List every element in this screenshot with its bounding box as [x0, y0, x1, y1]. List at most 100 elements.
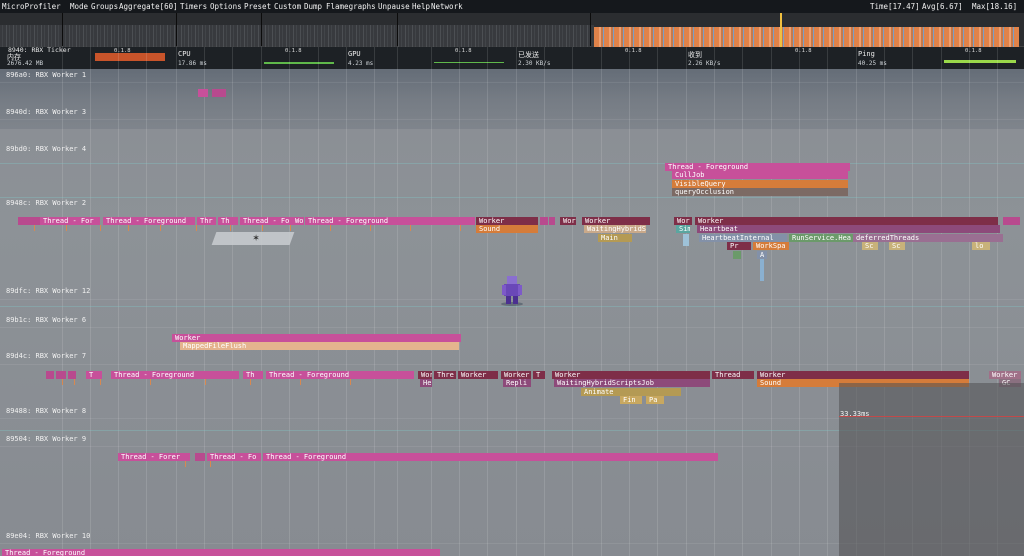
menu-groups[interactable]: Groups — [91, 2, 118, 11]
timer-bar[interactable]: Th — [218, 217, 238, 225]
timer-bar[interactable]: Thread — [712, 371, 754, 379]
timer-bar[interactable]: Pr — [727, 242, 751, 250]
thread-label-worker4[interactable]: 89bd0: RBX Worker 4 — [6, 145, 86, 153]
menu-custom[interactable]: Custom — [274, 2, 301, 11]
timer-bar[interactable]: T — [533, 371, 545, 379]
menu-network[interactable]: Network — [431, 2, 463, 11]
timer-bar[interactable]: Sim — [676, 225, 690, 233]
timer-bar[interactable]: Worker — [757, 371, 969, 379]
timer-bar[interactable]: Thread - Foreground — [103, 217, 195, 225]
timer-bar[interactable]: RunService.Hea — [789, 234, 853, 242]
timer-bar[interactable]: Worker — [552, 371, 710, 379]
timer-bar[interactable]: Thread - Foreground — [263, 453, 718, 461]
timer-bar[interactable]: Wor — [418, 371, 432, 379]
thread-label-worker3[interactable]: 8940d: RBX Worker 3 — [6, 108, 86, 116]
menu-timers[interactable]: Timers — [180, 2, 207, 11]
gpu-value: 4.23 ms — [348, 60, 374, 67]
timer-bar[interactable]: WaitingHybridScriptsJob — [554, 379, 710, 387]
timer-bar[interactable]: HeartbeatInternal — [699, 234, 787, 242]
timer-bar[interactable]: Wor — [674, 217, 692, 225]
timer-bar[interactable]: T — [86, 371, 102, 379]
timer-bar[interactable]: Worker — [582, 217, 650, 225]
timer-bar[interactable]: Repli — [503, 379, 531, 387]
thread-label-worker8[interactable]: 89488: RBX Worker 8 — [6, 407, 86, 415]
timer-bar[interactable]: Thread - Fo — [240, 217, 292, 225]
timer-bar[interactable]: Worker — [695, 217, 998, 225]
time-readout: Time[17.47] — [870, 2, 920, 11]
tick-label: 0.1.8 — [795, 48, 812, 54]
timer-bar[interactable]: Heartbeat — [697, 225, 1000, 233]
timer-block[interactable] — [212, 89, 226, 97]
timer-bar[interactable]: lo — [972, 242, 990, 250]
timer-bar[interactable]: Thread - For — [40, 217, 100, 225]
timer-bar[interactable]: MappedFileFlush — [180, 342, 459, 350]
thread-label-worker2[interactable]: 8948c: RBX Worker 2 — [6, 199, 86, 207]
timer-bar[interactable]: Thread - Forer — [118, 453, 190, 461]
timer-bar[interactable]: Animate — [581, 388, 681, 396]
timer-bar[interactable] — [195, 453, 205, 461]
timer-bar[interactable]: VisibleQuery — [672, 180, 848, 188]
timer-bar[interactable]: Worker — [172, 334, 461, 342]
timer-bar[interactable]: Wor — [560, 217, 576, 225]
timer-bar[interactable]: Worker — [458, 371, 498, 379]
thread-label-worker12[interactable]: 89dfc: RBX Worker 12 — [6, 287, 90, 295]
timer-bar[interactable]: Sc — [862, 242, 878, 250]
timer-bar[interactable]: Fin — [620, 396, 642, 404]
menu-preset[interactable]: Preset — [244, 2, 271, 11]
thread-label-worker6[interactable]: 89b1c: RBX Worker 6 — [6, 316, 86, 324]
spawn-marker-icon: ✶ — [252, 231, 260, 244]
timer-bar[interactable]: Th — [243, 371, 263, 379]
thread-label-worker1[interactable]: 896a0: RBX Worker 1 — [6, 71, 86, 79]
timer-bar[interactable]: queryOcclusion — [672, 188, 848, 196]
timer-bar[interactable] — [68, 371, 76, 379]
menu-unpause[interactable]: Unpause — [378, 2, 410, 11]
timer-bar[interactable] — [549, 217, 555, 225]
thread-label-worker9[interactable]: 89504: RBX Worker 9 — [6, 435, 86, 443]
timer-bar[interactable] — [46, 371, 54, 379]
timer-bar[interactable]: Thread - Foreground — [665, 163, 850, 171]
timer-bar[interactable] — [1003, 217, 1020, 225]
thread-label-worker7[interactable]: 89d4c: RBX Worker 7 — [6, 352, 86, 360]
timer-bar[interactable]: Worker — [989, 371, 1021, 379]
timer-bar[interactable]: Thr — [197, 217, 216, 225]
timer-bar[interactable] — [733, 251, 741, 259]
menu-options[interactable]: Options — [210, 2, 242, 11]
frame-graph[interactable] — [0, 13, 1024, 47]
timer-bar[interactable]: Main — [598, 234, 632, 242]
menu-help[interactable]: Help — [412, 2, 430, 11]
timer-bar[interactable] — [760, 259, 764, 281]
timer-bar[interactable]: WorkSpa — [753, 242, 789, 250]
timer-bar[interactable]: Sc — [889, 242, 905, 250]
timer-bar[interactable]: deferredThreads — [853, 234, 1003, 242]
menu-aggregate[interactable]: Aggregate[60] — [119, 2, 178, 11]
timer-bar[interactable]: Thread - Foreground — [305, 217, 475, 225]
timer-bar[interactable]: Thread - Foreground — [111, 371, 239, 379]
menu-flamegraphs[interactable]: Flamegraphs — [326, 2, 376, 11]
timer-bar[interactable]: Thre — [434, 371, 456, 379]
timer-bar[interactable] — [56, 371, 66, 379]
timer-bar[interactable]: Thread - Foreground — [266, 371, 414, 379]
timer-bar[interactable] — [540, 217, 548, 225]
timer-bar[interactable] — [18, 217, 40, 225]
timer-bar[interactable]: A — [757, 251, 767, 259]
menu-dump[interactable]: Dump — [304, 2, 322, 11]
timer-bar[interactable]: Wo — [292, 217, 304, 225]
timer-bar[interactable]: WaitingHybridS — [584, 225, 646, 233]
timer-bar[interactable] — [683, 234, 689, 246]
timer-bar[interactable]: He — [420, 379, 432, 387]
tick-label: 0.1.8 — [285, 48, 302, 54]
thread-label-worker10[interactable]: 89e04: RBX Worker 10 — [6, 532, 90, 540]
cpu-bar — [264, 62, 334, 64]
memory-value: 2676.42 MB — [7, 60, 44, 67]
timer-bar[interactable]: Thread - Foreground — [2, 549, 440, 556]
timer-bar[interactable]: Sound — [476, 225, 538, 233]
menu-mode[interactable]: Mode — [70, 2, 88, 11]
app-title: MicroProfiler — [2, 2, 61, 11]
ping-bar — [944, 60, 1016, 63]
timer-bar[interactable]: Worker — [476, 217, 538, 225]
timer-block[interactable] — [198, 89, 208, 97]
timer-bar[interactable]: Worker — [501, 371, 531, 379]
timer-bar[interactable]: Pa — [646, 396, 664, 404]
timer-bar[interactable]: Thread - Fo — [207, 453, 261, 461]
timer-bar[interactable]: CullJob — [672, 171, 848, 179]
